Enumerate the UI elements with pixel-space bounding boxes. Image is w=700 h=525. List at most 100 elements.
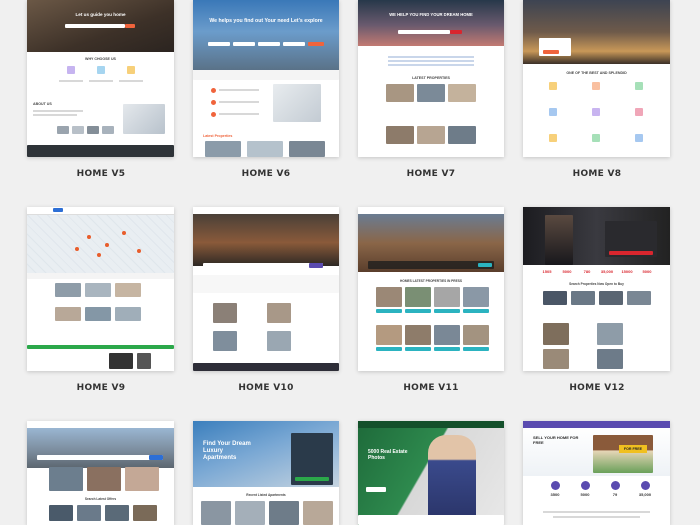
search-panel[interactable] — [368, 261, 494, 269]
property-thumb — [267, 303, 291, 323]
top-nav — [193, 207, 339, 214]
view-button[interactable] — [434, 309, 460, 313]
top-nav — [358, 421, 504, 428]
map-pin[interactable] — [122, 231, 126, 235]
theme-card-home-v13[interactable]: Search Latest Offers — [27, 421, 174, 525]
map-pin[interactable] — [75, 247, 79, 251]
theme-label-home-v11[interactable]: HOME V11 — [356, 383, 506, 393]
listing-thumb — [115, 283, 141, 297]
theme-label-home-v5[interactable]: HOME V5 — [26, 169, 176, 179]
feature-icon — [211, 112, 216, 117]
view-button[interactable] — [376, 309, 402, 313]
theme-label-home-v6[interactable]: HOME V6 — [191, 169, 341, 179]
promo-button[interactable] — [543, 50, 559, 54]
service-icon — [549, 134, 557, 142]
theme-card-home-v6[interactable]: We helps you find out Your need Let's ex… — [193, 0, 339, 157]
listing-thumb — [55, 283, 81, 297]
search-button[interactable] — [309, 263, 323, 268]
map[interactable] — [27, 215, 174, 273]
about-photo — [123, 104, 165, 134]
theme-card-home-v8[interactable]: ONE OF THE BEST AND SPLENDID — [523, 0, 670, 157]
search-bar[interactable] — [27, 273, 174, 279]
map-pin[interactable] — [105, 243, 109, 247]
feature-icon — [97, 66, 105, 74]
promo-badge: FOR FREE — [619, 445, 647, 453]
search-input[interactable] — [233, 42, 255, 46]
apartment-thumb — [269, 501, 299, 525]
property-thumb — [417, 126, 445, 144]
theme-card-home-v5[interactable]: Let us guide you home WHY CHOOSE US ABOU… — [27, 0, 174, 157]
app-mockup — [137, 353, 151, 369]
property-thumb — [434, 287, 460, 307]
theme-card-home-v16[interactable]: SELL YOUR HOME FOR FREE FOR FREE 3500 50… — [523, 421, 670, 525]
stat-value: 780 — [583, 269, 591, 274]
cta-button[interactable] — [366, 487, 386, 492]
property-thumb — [434, 325, 460, 345]
view-button[interactable] — [376, 347, 402, 351]
theme-card-home-v11[interactable]: HOMES LATEST PROPERTIES IN PRESS — [358, 207, 504, 371]
stat-value: 35,000 — [638, 492, 652, 497]
apartment-thumb — [303, 501, 333, 525]
view-button[interactable] — [434, 347, 460, 351]
stat-value: 15000 — [621, 269, 633, 274]
theme-label-home-v9[interactable]: HOME V9 — [26, 383, 176, 393]
theme-card-home-v9[interactable] — [27, 207, 174, 371]
theme-label-home-v10[interactable]: HOME V10 — [191, 383, 341, 393]
gallery-thumb — [72, 126, 84, 134]
listing-thumb — [85, 307, 111, 321]
hero-headline: SELL YOUR HOME FOR FREE — [533, 435, 579, 445]
theme-card-home-v10[interactable] — [193, 207, 339, 371]
feature-photo — [125, 467, 159, 491]
view-button[interactable] — [463, 309, 489, 313]
offer-thumb — [77, 505, 101, 521]
search-button[interactable] — [478, 263, 492, 267]
property-thumb — [417, 84, 445, 102]
footer — [27, 145, 174, 157]
theme-label-home-v8[interactable]: HOME V8 — [522, 169, 672, 179]
theme-label-home-v12[interactable]: HOME V12 — [522, 383, 672, 393]
property-thumb — [463, 287, 489, 307]
view-button[interactable] — [463, 347, 489, 351]
search-button[interactable] — [450, 30, 462, 34]
property-thumb — [599, 291, 623, 305]
search-button[interactable] — [308, 42, 324, 46]
theme-card-home-v14[interactable]: Find Your Dream Luxury Apartments Recent… — [193, 421, 339, 525]
theme-card-home-v7[interactable]: WE HELP YOU FIND YOUR DREAM HOME LATEST … — [358, 0, 504, 157]
theme-card-home-v12[interactable]: 1505 5000 780 35,000 15000 5000 Search P… — [523, 207, 670, 371]
theme-label-home-v7[interactable]: HOME V7 — [356, 169, 506, 179]
view-button[interactable] — [405, 309, 431, 313]
property-thumb — [448, 84, 476, 102]
theme-card-home-v15[interactable]: 5000 Real Estate Photos — [358, 421, 504, 525]
stat-value: 3500 — [550, 492, 560, 497]
search-button[interactable] — [125, 24, 135, 28]
search-input[interactable] — [65, 24, 125, 28]
search-button[interactable] — [609, 251, 653, 255]
search-input[interactable] — [203, 263, 323, 268]
feature-icon — [127, 66, 135, 74]
search-input[interactable] — [398, 30, 450, 34]
section-title: LATEST PROPERTIES — [412, 76, 450, 80]
search-input[interactable] — [37, 455, 163, 460]
property-thumb — [463, 325, 489, 345]
search-button[interactable] — [295, 477, 329, 481]
map-pin[interactable] — [97, 253, 101, 257]
section-title: Latest Properties — [203, 134, 233, 138]
feature-icon — [211, 88, 216, 93]
view-button[interactable] — [405, 347, 431, 351]
hero-image — [358, 0, 504, 46]
search-input[interactable] — [283, 42, 305, 46]
property-thumb — [405, 325, 431, 345]
map-pin[interactable] — [87, 235, 91, 239]
search-button[interactable] — [149, 455, 163, 460]
stat-value: 35,000 — [600, 269, 614, 274]
search-input[interactable] — [208, 42, 230, 46]
stat-icon — [581, 481, 590, 490]
search-input[interactable] — [258, 42, 280, 46]
feature-icon — [211, 100, 216, 105]
top-nav — [358, 207, 504, 214]
nav-button[interactable] — [53, 208, 63, 212]
map-pin[interactable] — [137, 249, 141, 253]
apartment-thumb — [201, 501, 231, 525]
property-thumb — [405, 287, 431, 307]
stat-value: 5000 — [580, 492, 590, 497]
